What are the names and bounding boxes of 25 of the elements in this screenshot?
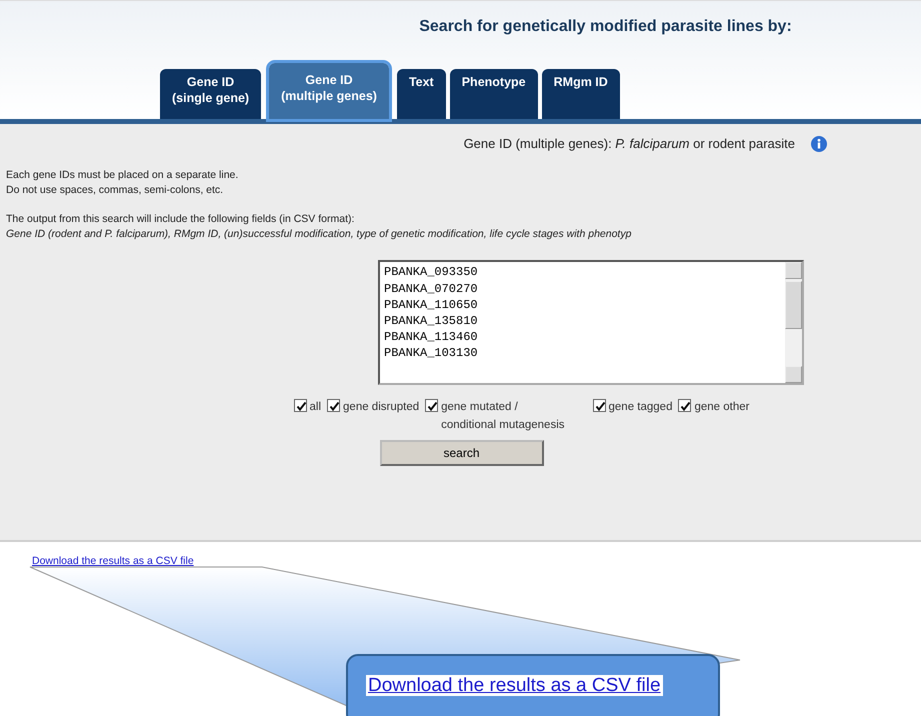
- checkbox-label: all: [310, 400, 322, 416]
- checkbox-label: gene mutated / conditional mutagenesis: [441, 400, 565, 433]
- info-icon[interactable]: [811, 136, 827, 152]
- output-fields-text: Gene ID (rodent and P. falciparum), RMgm ID, (un)successful modification, type of genetic modification, life cycle stages with phenotyp: [6, 227, 632, 242]
- tab[interactable]: Phenotype: [450, 69, 538, 119]
- checkbox-label: gene tagged: [608, 400, 672, 416]
- panel-subtitle: Gene ID (multiple genes): P. falciparum or rodent parasite: [464, 135, 795, 153]
- tab[interactable]: Gene ID (single gene): [160, 69, 262, 119]
- checkbox-label: gene other: [694, 400, 750, 416]
- download-link[interactable]: Download the results as a CSV file: [366, 675, 663, 696]
- tab[interactable]: RMgm ID: [542, 69, 620, 119]
- checkbox[interactable]: [425, 399, 438, 412]
- output-description: The output from this search will include the following fields (in CSV format):: [6, 212, 356, 227]
- checkbox-label: gene disrupted: [343, 400, 420, 416]
- instruction-text: Do not use spaces, commas, semi-colons, etc.: [6, 182, 224, 198]
- checkbox[interactable]: [592, 399, 606, 412]
- search-button[interactable]: search: [380, 440, 544, 466]
- tab[interactable]: Gene ID (multiple genes): [269, 63, 389, 119]
- page-heading: Search for genetically modified parasite lines by:: [418, 17, 793, 37]
- checkbox[interactable]: [678, 399, 692, 412]
- checkbox[interactable]: [294, 399, 307, 412]
- tab[interactable]: Text: [396, 69, 446, 119]
- checkbox[interactable]: [327, 399, 340, 412]
- download-link[interactable]: Download the results as a CSV file: [32, 554, 194, 570]
- instruction-text: Each gene IDs must be placed on a separate line.: [6, 168, 240, 182]
